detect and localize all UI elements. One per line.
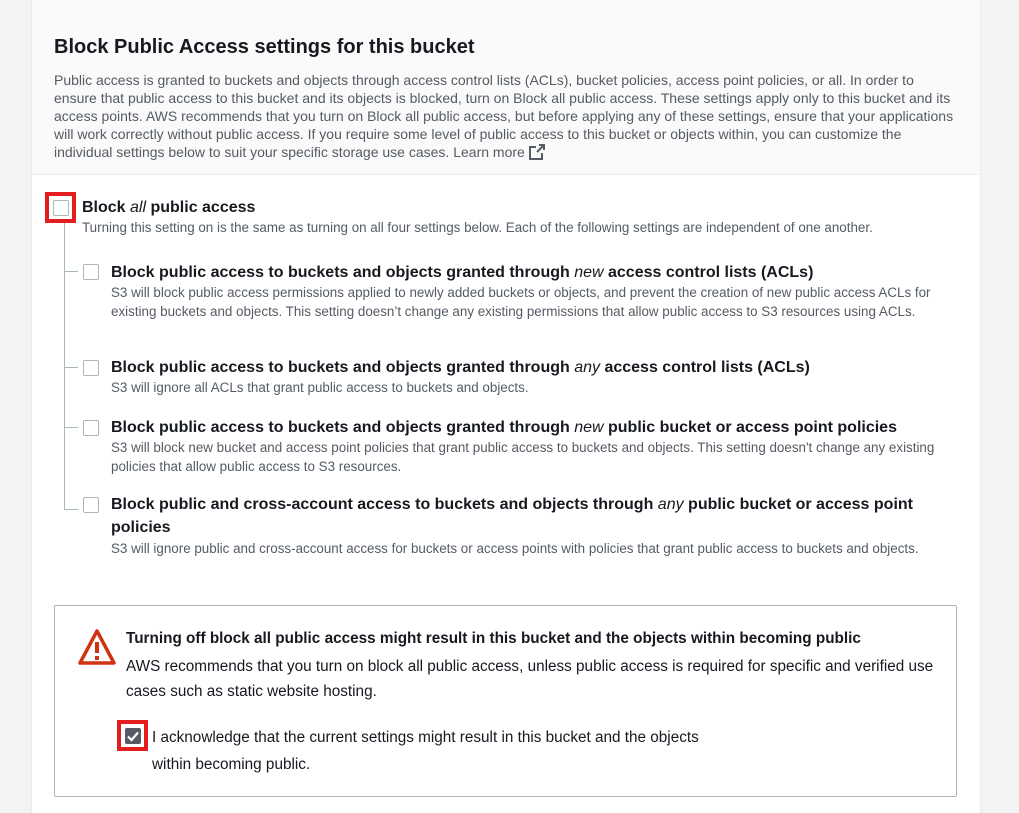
option-title-pre: Block public access to buckets and objec… [111, 359, 575, 376]
option-new-acls-description: S3 will block public access permissions … [111, 285, 931, 319]
external-link-icon [528, 144, 545, 160]
block-all-title-pre: Block [82, 199, 131, 216]
option-any-acls-description: S3 will ignore all ACLs that grant publi… [111, 380, 529, 395]
checkmark-icon [127, 731, 139, 742]
option-new-acls-title: Block public access to buckets and objec… [111, 261, 813, 284]
block-all-title: Block all public access [82, 196, 255, 219]
option-title-post: access control lists (ACLs) [600, 359, 810, 376]
option-title-em: new [574, 419, 604, 436]
tree-branch [64, 271, 78, 272]
warning-icon [78, 629, 116, 665]
acknowledge-checkbox[interactable] [125, 728, 141, 744]
tree-branch [64, 509, 78, 510]
option-title-em: any [657, 496, 684, 513]
learn-more-link[interactable]: Learn more [453, 144, 545, 160]
tree-branch [64, 427, 78, 428]
option-title-pre: Block public and cross-account access to… [111, 496, 658, 513]
tree-branch [64, 367, 78, 368]
option-new-policies-checkbox[interactable] [83, 420, 99, 436]
header-description: Public access is granted to buckets and … [54, 71, 959, 161]
option-any-policies-title: Block public and cross-account access to… [111, 493, 951, 539]
page-title: Block Public Access settings for this bu… [54, 36, 475, 58]
option-any-acls-checkbox[interactable] [83, 360, 99, 376]
settings-panel: Block Public Access settings for this bu… [31, 0, 981, 813]
option-any-acls-title: Block public access to buckets and objec… [111, 356, 810, 379]
warning-description: AWS recommends that you turn on block al… [126, 658, 934, 700]
block-all-title-em: all [130, 199, 147, 216]
block-all-checkbox[interactable] [53, 200, 69, 216]
option-new-acls-checkbox[interactable] [83, 264, 99, 280]
acknowledge-label[interactable]: I acknowledge that the current settings … [152, 724, 742, 778]
option-any-policies-description: S3 will ignore public and cross-account … [111, 541, 919, 556]
block-all-title-post: public access [146, 199, 256, 216]
option-any-policies-checkbox[interactable] [83, 497, 99, 513]
warning-title: Turning off block all public access migh… [126, 630, 861, 647]
option-title-post: public bucket or access point policies [603, 419, 897, 436]
option-title-pre: Block public access to buckets and objec… [111, 264, 575, 281]
option-title-em: new [574, 264, 604, 281]
panel-header: Block Public Access settings for this bu… [32, 0, 980, 175]
option-new-policies-description: S3 will block new bucket and access poin… [111, 440, 935, 474]
option-title-post: access control lists (ACLs) [603, 264, 814, 281]
option-new-policies-title: Block public access to buckets and objec… [111, 416, 897, 439]
option-title-em: any [574, 359, 600, 376]
learn-more-label: Learn more [453, 144, 525, 160]
block-all-description: Turning this setting on is the same as t… [82, 220, 873, 235]
option-title-pre: Block public access to buckets and objec… [111, 419, 575, 436]
warning-alert: Turning off block all public access migh… [54, 605, 957, 797]
